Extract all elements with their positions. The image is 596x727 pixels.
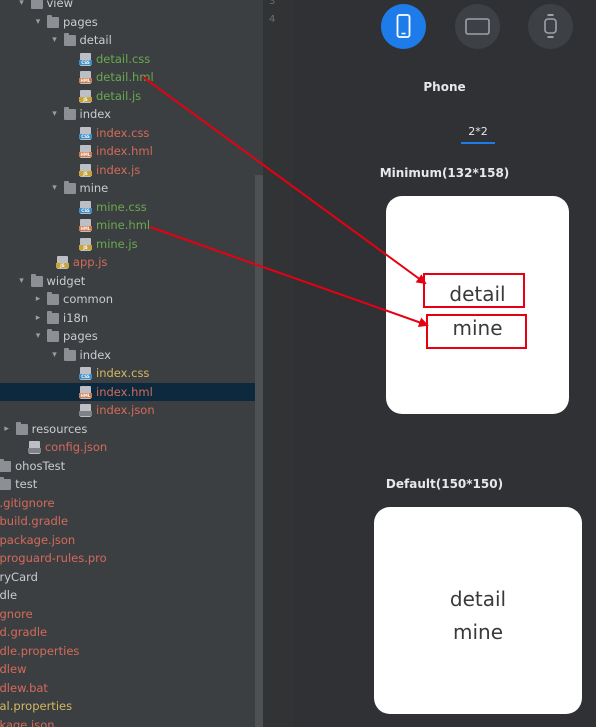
arrow-mine-to-file [149,226,429,328]
arrow-detail-to-file [142,76,427,285]
annotation-arrows [142,76,429,328]
